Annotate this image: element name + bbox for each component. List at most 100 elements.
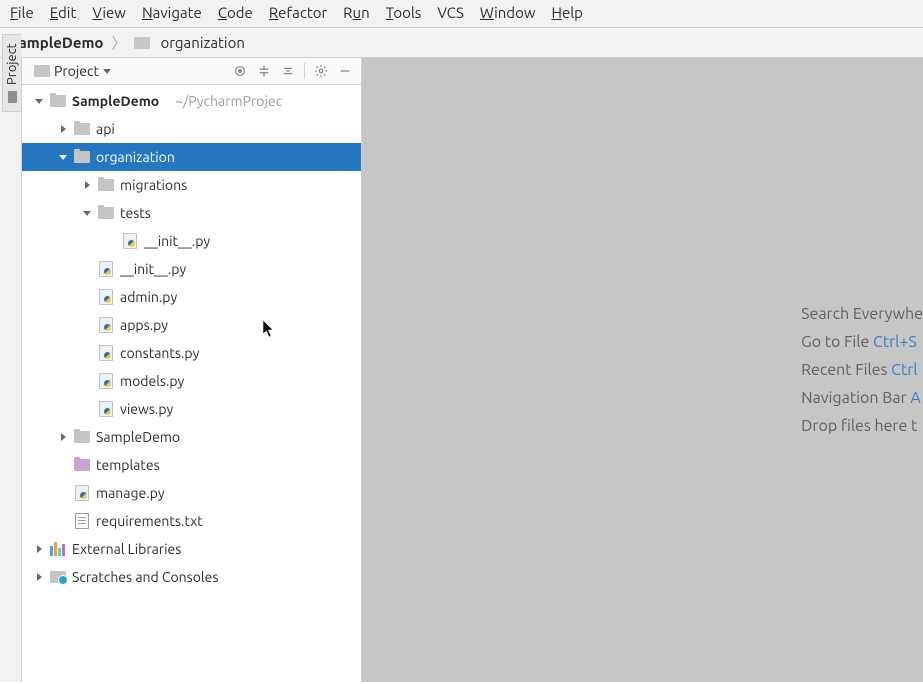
menu-view[interactable]: View — [92, 4, 126, 21]
gear-icon[interactable] — [313, 63, 329, 79]
node-label: organization — [96, 149, 175, 165]
scratches-icon — [50, 571, 66, 583]
tree-node-file[interactable]: requirements.txt — [22, 507, 361, 535]
python-file-icon — [99, 373, 113, 389]
editor-empty-state: Search Everywhe Go to File Ctrl+S Recent… — [362, 58, 923, 682]
menu-navigate[interactable]: Navigate — [142, 4, 202, 21]
chevron-down-icon — [103, 69, 111, 74]
python-file-icon — [99, 401, 113, 417]
node-label: requirements.txt — [96, 513, 203, 529]
locate-icon[interactable] — [232, 63, 248, 79]
folder-icon — [98, 207, 114, 219]
project-tree: SampleDemo ~/PycharmProjec api organizat… — [22, 85, 361, 682]
tree-node-tests[interactable]: tests — [22, 199, 361, 227]
tree-node-file[interactable]: __init__.py — [22, 255, 361, 283]
menu-help[interactable]: Help — [551, 4, 582, 21]
hint-goto-file: Go to File Ctrl+S — [801, 333, 923, 351]
breadcrumb-root[interactable]: SampleDemo — [10, 34, 103, 51]
menu-refactor[interactable]: Refactor — [269, 4, 327, 21]
left-toolwindow-gutter: Project — [0, 58, 22, 682]
libraries-icon — [50, 542, 66, 556]
tree-node-scratches[interactable]: Scratches and Consoles — [22, 563, 361, 591]
folder-icon — [50, 95, 66, 107]
node-label: api — [96, 121, 115, 137]
tree-node-external-libraries[interactable]: External Libraries — [22, 535, 361, 563]
node-label: __init__.py — [144, 233, 210, 249]
tree-node-organization[interactable]: organization — [22, 143, 361, 171]
project-panel-header: Project — [22, 58, 361, 85]
python-file-icon — [99, 261, 113, 277]
separator — [304, 63, 305, 79]
menu-edit[interactable]: Edit — [50, 4, 77, 21]
python-file-icon — [99, 345, 113, 361]
tree-node-sampledemo-pkg[interactable]: SampleDemo — [22, 423, 361, 451]
hint-recent-files: Recent Files Ctrl — [801, 361, 923, 379]
node-label: SampleDemo — [96, 429, 180, 445]
expand-toggle[interactable] — [34, 572, 44, 582]
menu-window[interactable]: Window — [480, 4, 536, 21]
node-label: apps.py — [120, 317, 168, 333]
navigation-bar: SampleDemo 〉 organization — [0, 28, 923, 58]
node-label: migrations — [120, 177, 187, 193]
node-label: templates — [96, 457, 160, 473]
node-label: models.py — [120, 373, 184, 389]
expand-toggle[interactable] — [58, 152, 68, 162]
project-tool-window: Project SampleDemo ~/PycharmProjec — [22, 58, 362, 682]
expand-toggle[interactable] — [58, 124, 68, 134]
menu-file[interactable]: File — [10, 4, 34, 21]
project-tab-label: Project — [5, 43, 19, 85]
folder-icon — [34, 65, 50, 77]
shortcut: Ctrl+S — [873, 333, 917, 351]
tree-node-api[interactable]: api — [22, 115, 361, 143]
node-label: External Libraries — [72, 541, 181, 557]
tree-node-file[interactable]: models.py — [22, 367, 361, 395]
project-scope-selector[interactable]: Project — [28, 61, 117, 81]
hint-navigation-bar: Navigation Bar A — [801, 389, 923, 407]
node-label: tests — [120, 205, 151, 221]
menu-code[interactable]: Code — [218, 4, 253, 21]
node-label: manage.py — [96, 485, 165, 501]
menu-tools[interactable]: Tools — [386, 4, 422, 21]
tree-node-migrations[interactable]: migrations — [22, 171, 361, 199]
node-label: constants.py — [120, 345, 199, 361]
expand-toggle[interactable] — [82, 208, 92, 218]
project-toolwindow-tab[interactable]: Project — [2, 34, 21, 112]
folder-icon — [74, 459, 90, 471]
python-file-icon — [123, 233, 137, 249]
shortcut: A — [910, 389, 920, 407]
python-file-icon — [75, 485, 89, 501]
tree-node-file[interactable]: constants.py — [22, 339, 361, 367]
expand-toggle[interactable] — [82, 180, 92, 190]
tree-node-file[interactable]: manage.py — [22, 479, 361, 507]
tree-node-file[interactable]: admin.py — [22, 283, 361, 311]
hide-icon[interactable] — [337, 63, 353, 79]
tree-node-file[interactable]: apps.py — [22, 311, 361, 339]
node-label: admin.py — [120, 289, 177, 305]
welcome-hints: Search Everywhe Go to File Ctrl+S Recent… — [801, 295, 923, 445]
expand-all-icon[interactable] — [256, 63, 272, 79]
collapse-all-icon[interactable] — [280, 63, 296, 79]
menu-bar: File Edit View Navigate Code Refactor Run Tools… — [0, 0, 923, 28]
tree-node-file[interactable]: __init__.py — [22, 227, 361, 255]
project-scope-label: Project — [54, 63, 99, 79]
expand-toggle[interactable] — [34, 96, 44, 106]
expand-toggle[interactable] — [34, 544, 44, 554]
hint-search-everywhere: Search Everywhe — [801, 305, 923, 323]
folder-icon — [98, 179, 114, 191]
hint-drop-files: Drop files here t — [801, 417, 923, 435]
tree-node-root[interactable]: SampleDemo ~/PycharmProjec — [22, 87, 361, 115]
tree-node-file[interactable]: views.py — [22, 395, 361, 423]
node-path: ~/PycharmProjec — [175, 93, 282, 109]
node-label: __init__.py — [120, 261, 186, 277]
folder-icon — [8, 91, 17, 103]
shortcut: Ctrl — [891, 361, 917, 379]
menu-vcs[interactable]: VCS — [437, 4, 464, 21]
tree-node-templates[interactable]: templates — [22, 451, 361, 479]
folder-icon — [74, 431, 90, 443]
node-label: views.py — [120, 401, 173, 417]
menu-run[interactable]: Run — [343, 4, 370, 21]
expand-toggle[interactable] — [58, 432, 68, 442]
node-label: SampleDemo — [72, 93, 159, 109]
breadcrumb-child[interactable]: organization — [160, 34, 244, 51]
project-panel-toolbar — [232, 63, 355, 79]
